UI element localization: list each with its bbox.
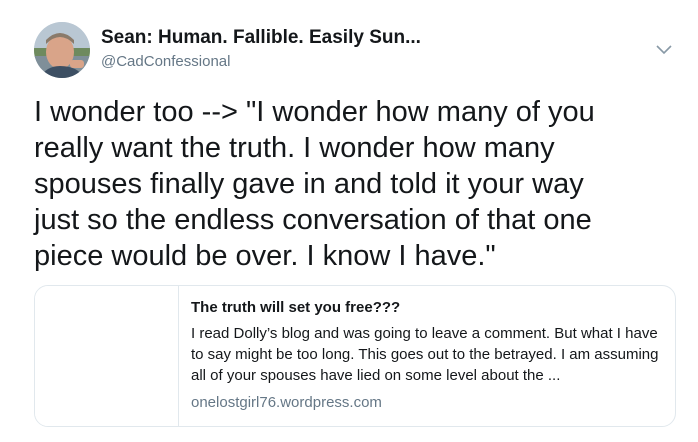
tweet: Sean: Human. Fallible. Easily Sun... @Ca…	[0, 0, 698, 442]
card-body: The truth will set you free??? I read Do…	[191, 298, 665, 413]
user-avatar-icon	[34, 22, 90, 78]
author-names: Sean: Human. Fallible. Easily Sun... @Ca…	[101, 27, 621, 72]
tweet-header: Sean: Human. Fallible. Easily Sun... @Ca…	[34, 22, 684, 80]
user-handle[interactable]: @CadConfessional	[101, 52, 621, 72]
card-title: The truth will set you free???	[191, 299, 401, 316]
card-description: I read Dolly’s blog and was going to lea…	[191, 325, 659, 384]
avatar[interactable]	[34, 22, 90, 78]
card-thumbnail	[35, 286, 179, 426]
link-card[interactable]: The truth will set you free??? I read Do…	[34, 285, 676, 427]
chevron-down-icon[interactable]	[656, 42, 672, 55]
display-name[interactable]: Sean: Human. Fallible. Easily Sun...	[101, 27, 621, 49]
card-domain: onelostgirl76.wordpress.com	[191, 394, 382, 411]
tweet-text: I wonder too --> "I wonder how many of y…	[34, 96, 595, 272]
